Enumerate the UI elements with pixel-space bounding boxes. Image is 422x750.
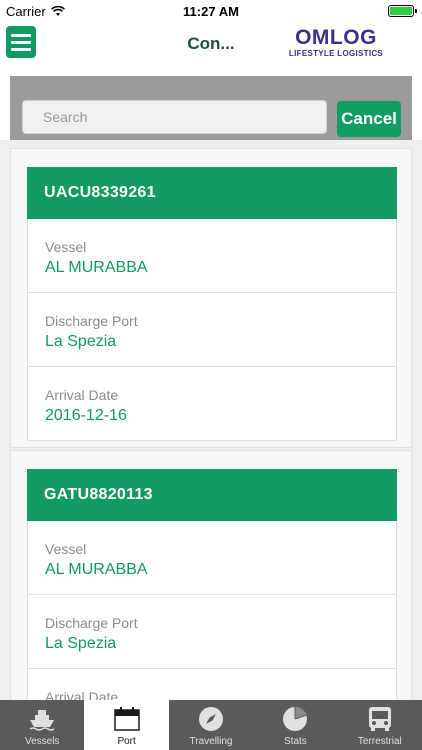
tab-label: Terrestrial bbox=[357, 736, 402, 747]
container-id: UACU8339261 bbox=[27, 167, 397, 219]
status-time: 11:27 AM bbox=[183, 4, 239, 19]
discharge-port-field: Discharge Port La Spezia bbox=[27, 293, 397, 367]
ship-icon bbox=[28, 706, 56, 732]
field-label: Arrival Date bbox=[45, 689, 119, 700]
search-input[interactable] bbox=[22, 100, 327, 134]
status-bar: Carrier 11:27 AM bbox=[0, 0, 422, 22]
hamburger-menu-icon[interactable] bbox=[6, 26, 36, 58]
field-label: Discharge Port bbox=[45, 313, 138, 329]
arrival-date-field: Arrival Date bbox=[27, 669, 397, 700]
field-value: AL MURABBA bbox=[45, 259, 148, 276]
container-list[interactable]: UACU8339261 Vessel AL MURABBA Discharge … bbox=[0, 140, 422, 700]
field-label: Arrival Date bbox=[45, 387, 119, 403]
tab-label: Stats bbox=[284, 736, 307, 747]
compass-icon bbox=[197, 706, 225, 732]
page-title: Con... bbox=[187, 34, 235, 53]
nav-bar: Con... OMLOG LIFESTYLE LOGISTICS bbox=[0, 22, 422, 76]
tab-bar: Vessels Port Travelling Stats Terrestria… bbox=[0, 700, 422, 750]
field-label: Vessel bbox=[45, 239, 87, 255]
omlog-logo: OMLOG LIFESTYLE LOGISTICS bbox=[286, 26, 386, 59]
field-value: La Spezia bbox=[45, 635, 117, 652]
logo-tagline: LIFESTYLE LOGISTICS bbox=[288, 49, 384, 58]
field-value: 2016-12-16 bbox=[45, 407, 127, 424]
vessel-field: Vessel AL MURABBA bbox=[27, 521, 397, 595]
cancel-button[interactable]: Cancel bbox=[337, 101, 401, 137]
tab-vessels[interactable]: Vessels bbox=[0, 700, 84, 750]
field-value: AL MURABBA bbox=[45, 561, 148, 578]
calendar-icon bbox=[113, 706, 141, 732]
field-label: Discharge Port bbox=[45, 615, 138, 631]
tab-stats[interactable]: Stats bbox=[253, 700, 337, 750]
tab-travelling[interactable]: Travelling bbox=[169, 700, 253, 750]
discharge-port-field: Discharge Port La Spezia bbox=[27, 595, 397, 669]
field-label: Vessel bbox=[45, 541, 87, 557]
tab-port[interactable]: Port bbox=[84, 700, 169, 750]
tab-label: Travelling bbox=[189, 736, 233, 747]
tab-terrestrial[interactable]: Terrestrial bbox=[338, 700, 422, 750]
pie-chart-icon bbox=[281, 706, 309, 732]
arrival-date-field: Arrival Date 2016-12-16 bbox=[27, 367, 397, 441]
field-value: La Spezia bbox=[45, 333, 117, 350]
container-card[interactable]: GATU8820113 Vessel AL MURABBA Discharge … bbox=[10, 450, 412, 700]
tab-label: Vessels bbox=[24, 736, 60, 747]
bus-icon bbox=[366, 706, 394, 732]
battery-icon bbox=[388, 5, 417, 17]
tab-label: Port bbox=[117, 736, 136, 747]
container-card[interactable]: UACU8339261 Vessel AL MURABBA Discharge … bbox=[10, 148, 412, 448]
logo-wordmark: OMLOG bbox=[295, 26, 377, 49]
container-id: GATU8820113 bbox=[27, 469, 397, 521]
search-bar: Cancel bbox=[10, 76, 412, 140]
vessel-field: Vessel AL MURABBA bbox=[27, 219, 397, 293]
